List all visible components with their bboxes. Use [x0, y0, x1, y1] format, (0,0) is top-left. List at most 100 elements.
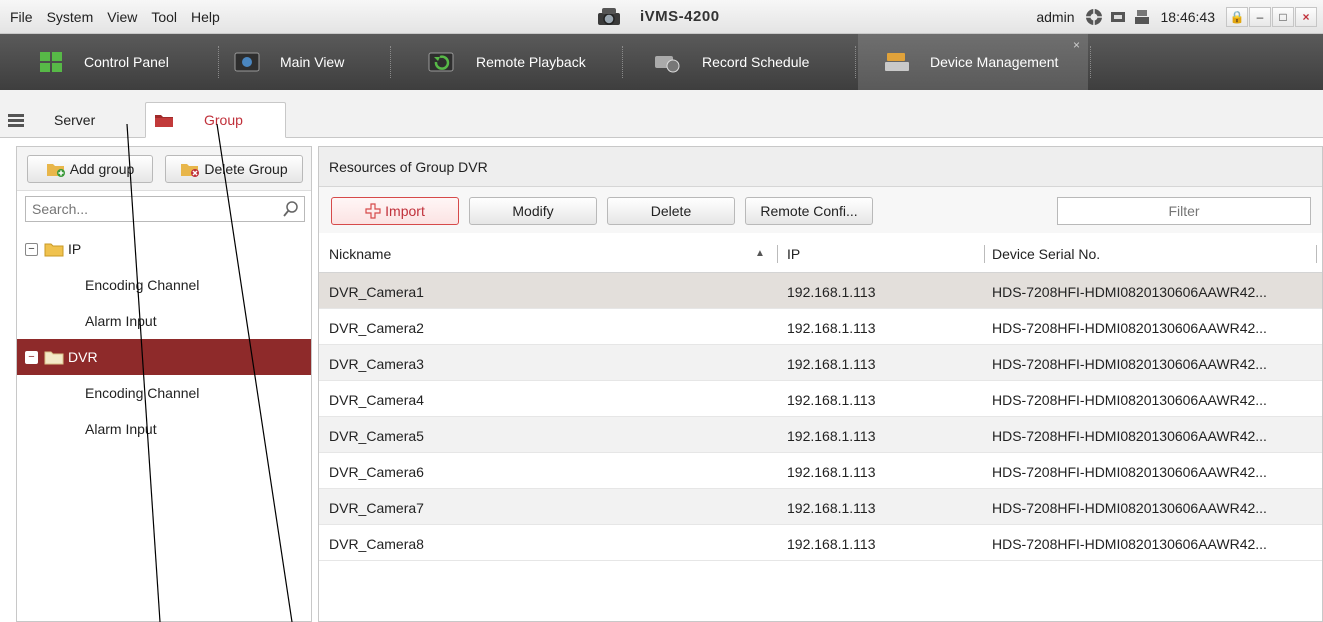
module-main-view[interactable]: Main View: [234, 34, 344, 90]
system-tray: admin 18:46:43 🔒 – □ ×: [1036, 6, 1317, 28]
search-icon[interactable]: [282, 200, 300, 218]
tree-item-alarm-input[interactable]: Alarm Input: [17, 411, 311, 447]
panel-title: Resources of Group DVR: [319, 147, 1322, 187]
cell-serial: HDS-7208HFI-HDMI0820130606AAWR42...: [992, 284, 1267, 300]
delete-label: Delete: [650, 203, 692, 219]
menu-view[interactable]: View: [107, 9, 137, 25]
module-remote-playback[interactable]: Remote Playback: [428, 34, 586, 90]
module-divider: [390, 46, 391, 78]
maximize-button[interactable]: □: [1272, 7, 1294, 27]
column-divider[interactable]: [777, 245, 778, 263]
app-name: iVMS-4200: [640, 7, 720, 25]
cell-ip: 192.168.1.113: [787, 500, 876, 516]
cell-serial: HDS-7208HFI-HDMI0820130606AAWR42...: [992, 356, 1267, 372]
sub-tab-bar: Server Group: [0, 90, 1323, 138]
tree-item-encoding-channel[interactable]: Encoding Channel: [17, 267, 311, 303]
cell-ip: 192.168.1.113: [787, 320, 876, 336]
module-divider: [622, 46, 623, 78]
delete-button[interactable]: Delete: [607, 197, 735, 225]
cell-serial: HDS-7208HFI-HDMI0820130606AAWR42...: [992, 464, 1267, 480]
remote-config-label: Remote Confi...: [760, 203, 858, 219]
resources-toolbar: Import Modify Delete Remote Confi...: [319, 187, 1322, 233]
tree-node-label: DVR: [68, 349, 98, 365]
column-nickname[interactable]: Nickname: [329, 246, 391, 262]
module-device-management[interactable]: Device Management ×: [858, 34, 1088, 90]
table-row[interactable]: DVR_Camera8 192.168.1.113 HDS-7208HFI-HD…: [319, 525, 1322, 561]
cell-nickname: DVR_Camera3: [329, 356, 424, 372]
control-panel-icon: [40, 52, 62, 72]
module-label: Remote Playback: [476, 54, 586, 70]
column-divider[interactable]: [984, 245, 985, 263]
group-tree-panel: Add group Delete Group − IP Encoding Cha…: [16, 146, 312, 622]
table-row[interactable]: DVR_Camera3 192.168.1.113 HDS-7208HFI-HD…: [319, 345, 1322, 381]
search-input[interactable]: [26, 197, 276, 221]
cell-serial: HDS-7208HFI-HDMI0820130606AAWR42...: [992, 320, 1267, 336]
cell-nickname: DVR_Camera5: [329, 428, 424, 444]
tree-item-alarm-input[interactable]: Alarm Input: [17, 303, 311, 339]
lock-button[interactable]: 🔒: [1226, 7, 1248, 27]
table-row[interactable]: DVR_Camera7 192.168.1.113 HDS-7208HFI-HD…: [319, 489, 1322, 525]
modify-button[interactable]: Modify: [469, 197, 597, 225]
module-divider: [1090, 46, 1091, 78]
cell-serial: HDS-7208HFI-HDMI0820130606AAWR42...: [992, 428, 1267, 444]
module-divider: [218, 46, 219, 78]
filter-input[interactable]: [1058, 198, 1310, 224]
minimize-button[interactable]: –: [1249, 7, 1271, 27]
search-box: [25, 196, 305, 222]
table-row[interactable]: DVR_Camera1 192.168.1.113 HDS-7208HFI-HD…: [319, 273, 1322, 309]
tree-item-label: Alarm Input: [85, 421, 157, 437]
cell-serial: HDS-7208HFI-HDMI0820130606AAWR42...: [992, 392, 1267, 408]
sort-ascending-icon[interactable]: ▲: [755, 248, 765, 259]
cell-nickname: DVR_Camera2: [329, 320, 424, 336]
tab-server[interactable]: Server: [8, 102, 95, 138]
add-group-button[interactable]: Add group: [27, 155, 153, 183]
app-title: iVMS-4200: [596, 5, 720, 27]
remote-config-button[interactable]: Remote Confi...: [745, 197, 873, 225]
import-button[interactable]: Import: [331, 197, 459, 225]
column-ip[interactable]: IP: [787, 246, 800, 262]
tab-group-label: Group: [204, 112, 243, 128]
menu-bar: File System View Tool Help: [10, 9, 234, 25]
device-management-icon: [885, 53, 909, 71]
tree-item-label: Alarm Input: [85, 313, 157, 329]
table-header: Nickname ▲ IP Device Serial No.: [319, 235, 1322, 273]
menu-tool[interactable]: Tool: [151, 9, 177, 25]
column-serial[interactable]: Device Serial No.: [992, 246, 1100, 262]
tree-item-label: Encoding Channel: [85, 277, 200, 293]
user-name[interactable]: admin: [1036, 9, 1074, 25]
module-label: Control Panel: [84, 54, 169, 70]
module-bar: Control Panel Main View Remote Playback …: [0, 34, 1323, 90]
filter-box: [1057, 197, 1311, 225]
close-button[interactable]: ×: [1295, 7, 1317, 27]
table-row[interactable]: DVR_Camera4 192.168.1.113 HDS-7208HFI-HD…: [319, 381, 1322, 417]
add-group-label: Add group: [69, 161, 135, 177]
cell-ip: 192.168.1.113: [787, 284, 876, 300]
network-icon: [1085, 9, 1102, 25]
folder-icon: [44, 243, 64, 257]
cpu-icon: [1110, 12, 1125, 22]
tree-node-dvr[interactable]: − DVR: [17, 339, 311, 375]
import-label: Import: [385, 203, 425, 219]
module-control-panel[interactable]: Control Panel: [38, 34, 169, 90]
tree-item-encoding-channel[interactable]: Encoding Channel: [17, 375, 311, 411]
collapse-dvr-toggle[interactable]: −: [25, 350, 38, 364]
table-row[interactable]: DVR_Camera2 192.168.1.113 HDS-7208HFI-HD…: [319, 309, 1322, 345]
module-record-schedule[interactable]: Record Schedule: [654, 34, 809, 90]
column-divider[interactable]: [1316, 245, 1317, 263]
menu-help[interactable]: Help: [191, 9, 220, 25]
delete-group-button[interactable]: Delete Group: [165, 155, 303, 183]
tab-group[interactable]: Group: [145, 102, 286, 138]
collapse-ip-toggle[interactable]: −: [25, 242, 38, 256]
menu-file[interactable]: File: [10, 9, 33, 25]
module-label: Device Management: [930, 54, 1059, 70]
menu-system[interactable]: System: [47, 9, 94, 25]
camera-logo-icon: [598, 8, 620, 25]
cell-ip: 192.168.1.113: [787, 464, 876, 480]
tree-node-label: IP: [68, 241, 82, 257]
cell-ip: 192.168.1.113: [787, 392, 876, 408]
tree-node-ip[interactable]: − IP: [17, 231, 311, 267]
close-module-icon[interactable]: ×: [1073, 38, 1080, 52]
table-row[interactable]: DVR_Camera5 192.168.1.113 HDS-7208HFI-HD…: [319, 417, 1322, 453]
table-row[interactable]: DVR_Camera6 192.168.1.113 HDS-7208HFI-HD…: [319, 453, 1322, 489]
memory-icon: [1134, 10, 1149, 24]
